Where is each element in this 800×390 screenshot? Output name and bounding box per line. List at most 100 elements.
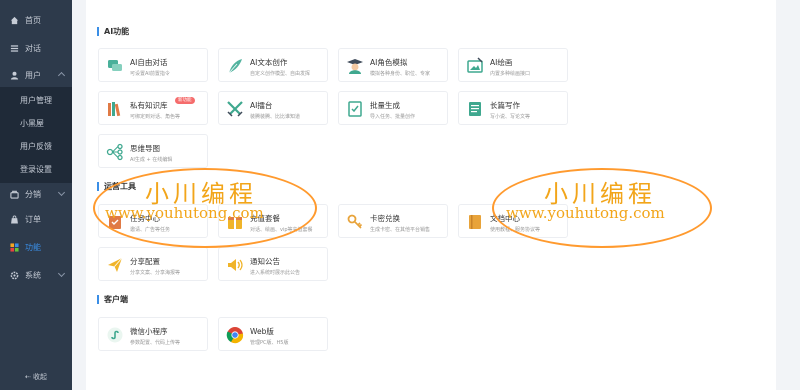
sidebar-item-label: 首页: [25, 15, 41, 25]
section-title-ai: AI功能: [97, 27, 129, 36]
card-title: 分享配置: [130, 257, 160, 266]
card-desc: 内置多种绘画接口: [490, 71, 531, 77]
sidebar-item-label: 对话: [25, 43, 41, 53]
grid-icon: [9, 242, 19, 252]
card-desc: 使用教程、服务协议等: [490, 227, 541, 233]
miniprogram-icon: [106, 326, 124, 344]
task-icon: [106, 213, 124, 231]
sidebar-submenu-users: 用户管理 小黑屋 用户反馈 登录设置: [0, 87, 72, 183]
bag-icon: [9, 214, 19, 224]
doc-list-icon: [466, 100, 484, 118]
card-batch-generate[interactable]: 批量生成 导入任务、批量创作: [338, 91, 448, 125]
card-knowledge-base[interactable]: 私有知识库 新功能 可绑定到对话、角色等: [98, 91, 208, 125]
sidebar-item-users[interactable]: 用户: [0, 64, 72, 86]
chevron-down-icon: [57, 188, 66, 197]
card-title: AI绘画: [490, 58, 513, 67]
card-title: Web版: [250, 327, 274, 336]
card-wechat-miniprogram[interactable]: 微信小程序 参数配置、代码上传等: [98, 317, 208, 351]
card-title: AI角色模拟: [370, 58, 408, 67]
send-icon: [106, 256, 124, 274]
home-icon: [9, 15, 19, 25]
card-title: 私有知识库: [130, 101, 168, 110]
card-notice[interactable]: 通知公告 进入系统时展示此公告: [218, 247, 328, 281]
card-task-center[interactable]: 任务中心 邀请、广告等任务: [98, 204, 208, 238]
section-title-clients: 客户端: [97, 295, 128, 304]
sidebar-item-features[interactable]: 功能: [0, 236, 72, 258]
sidebar-item-system[interactable]: 系统: [0, 264, 72, 286]
card-title: 卡密兑换: [370, 214, 400, 223]
new-feature-badge: 新功能: [175, 97, 195, 104]
card-desc: 自定义创作模型、自由发挥: [250, 71, 311, 77]
swords-icon: [226, 100, 244, 118]
chrome-icon: [226, 326, 244, 344]
sidebar-item-label: 分销: [25, 189, 41, 199]
sidebar-subitem-blacklist[interactable]: 小黑屋: [0, 112, 72, 134]
mindmap-icon: [106, 143, 124, 161]
sidebar-subitem-login-settings[interactable]: 登录设置: [0, 158, 72, 180]
sidebar-item-home[interactable]: 首页: [0, 9, 72, 31]
card-title: 通知公告: [250, 257, 280, 266]
card-desc: 写小说、写论文等: [490, 114, 531, 120]
card-desc: 导入任务、批量创作: [370, 114, 416, 120]
chevron-down-icon: [57, 269, 66, 278]
sidebar-item-label: 系统: [25, 270, 41, 280]
speaker-icon: [226, 256, 244, 274]
section-title-operations: 运营工具: [97, 182, 136, 191]
card-desc: 进入系统时展示此公告: [250, 270, 301, 276]
key-icon: [346, 213, 364, 231]
book-icon: [466, 213, 484, 231]
card-desc: 管理PC版、H5版: [250, 340, 289, 346]
card-title: AI擂台: [250, 101, 273, 110]
card-desc: 对话、绘画、vip等充值套餐: [250, 227, 313, 233]
feather-icon: [226, 57, 244, 75]
card-ai-roleplay[interactable]: AI角色模拟 模拟各种身份、职位、专家: [338, 48, 448, 82]
paint-icon: [466, 57, 484, 75]
card-ai-writing[interactable]: AI文本创作 自定义创作模型、自由发挥: [218, 48, 328, 82]
card-card-redeem[interactable]: 卡密兑换 生成卡密、在其他平台销售: [338, 204, 448, 238]
chat-icon: [106, 57, 124, 75]
card-doc-center[interactable]: 文档中心 使用教程、服务协议等: [458, 204, 568, 238]
card-desc: 可绑定到对话、角色等: [130, 114, 181, 120]
card-title: 文档中心: [490, 214, 520, 223]
card-title: 任务中心: [130, 214, 160, 223]
card-title: 批量生成: [370, 101, 400, 110]
feature-panel: AI功能 AI自由对话 可设置AI前置指令 AI文本创作 自定义创作模型、自由发…: [86, 0, 776, 390]
sidebar-subitem-user-management[interactable]: 用户管理: [0, 89, 72, 111]
card-ai-painting[interactable]: AI绘画 内置多种绘画接口: [458, 48, 568, 82]
sidebar-item-label: 订单: [25, 214, 41, 224]
check-doc-icon: [346, 100, 364, 118]
graduate-icon: [346, 57, 364, 75]
card-share-config[interactable]: 分享配置 分享文案、分享海报等: [98, 247, 208, 281]
sidebar-subitem-feedback[interactable]: 用户反馈: [0, 135, 72, 157]
card-desc: 生成卡密、在其他平台销售: [370, 227, 431, 233]
sidebar-item-label: 用户: [25, 70, 41, 80]
card-desc: AI生成 + 在线编辑: [130, 157, 173, 163]
share-icon: [9, 189, 19, 199]
card-desc: 可设置AI前置指令: [130, 71, 170, 77]
list-icon: [9, 43, 19, 53]
card-ai-chat[interactable]: AI自由对话 可设置AI前置指令: [98, 48, 208, 82]
card-web-version[interactable]: Web版 管理PC版、H5版: [218, 317, 328, 351]
card-recharge-package[interactable]: 充值套餐 对话、绘画、vip等充值套餐: [218, 204, 328, 238]
card-title: 思维导图: [130, 144, 160, 153]
sidebar-item-distribution[interactable]: 分销: [0, 183, 72, 205]
sidebar-item-chat[interactable]: 对话: [0, 37, 72, 59]
card-desc: 分享文案、分享海报等: [130, 270, 181, 276]
package-icon: [226, 213, 244, 231]
card-mindmap[interactable]: 思维导图 AI生成 + 在线编辑: [98, 134, 208, 168]
card-title: 充值套餐: [250, 214, 280, 223]
card-title: AI自由对话: [130, 58, 168, 67]
sidebar: 首页 对话 用户 用户管理 小黑屋 用户反馈 登录设置 分销 订单 功能 系统 …: [0, 0, 72, 390]
user-icon: [9, 70, 19, 80]
gear-icon: [9, 270, 19, 280]
card-desc: 模拟各种身份、职位、专家: [370, 71, 431, 77]
card-title: AI文本创作: [250, 58, 288, 67]
books-icon: [106, 100, 124, 118]
sidebar-item-orders[interactable]: 订单: [0, 208, 72, 230]
card-desc: 参数配置、代码上传等: [130, 340, 181, 346]
card-long-writing[interactable]: 长篇写作 写小说、写论文等: [458, 91, 568, 125]
sidebar-item-label: 功能: [25, 242, 41, 252]
chevron-up-icon: [57, 71, 66, 80]
collapse-sidebar-button[interactable]: ⇠ 收起: [0, 372, 72, 382]
card-ai-arena[interactable]: AI擂台 装腾装腾、比比谁知道: [218, 91, 328, 125]
